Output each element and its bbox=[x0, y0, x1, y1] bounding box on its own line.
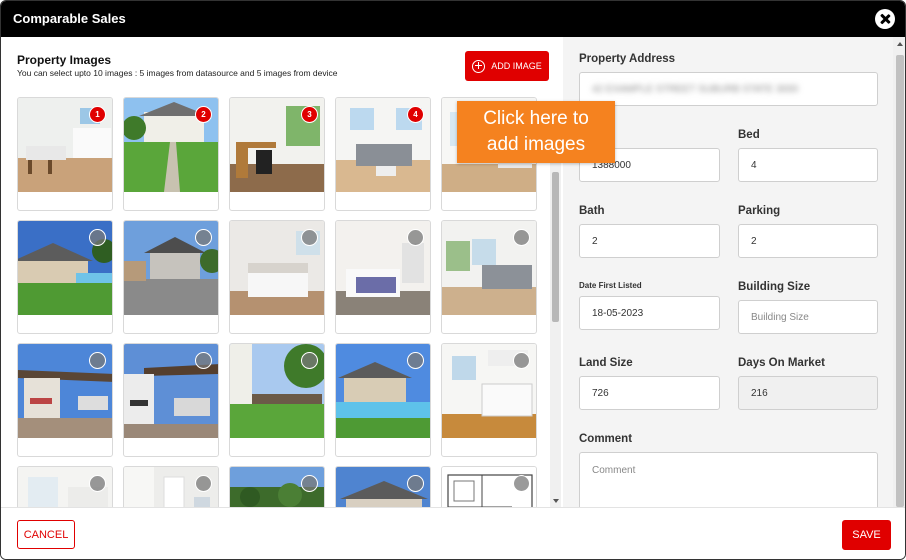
land-size-label: Land Size bbox=[579, 357, 633, 369]
comment-textarea[interactable]: Comment bbox=[579, 452, 878, 507]
images-subtitle: You can select upto 10 images : 5 images… bbox=[17, 68, 338, 78]
days-on-market-label: Days On Market bbox=[738, 357, 825, 369]
address-input[interactable]: 42 EXAMPLE STREET SUBURB STATE 3000 bbox=[579, 72, 878, 106]
cancel-button[interactable]: CANCEL bbox=[17, 520, 75, 549]
bath-value: 2 bbox=[592, 235, 598, 247]
selected-order-badge[interactable]: 1 bbox=[89, 106, 106, 123]
select-circle-icon[interactable] bbox=[89, 475, 106, 492]
image-card[interactable] bbox=[441, 220, 537, 334]
image-card[interactable] bbox=[123, 466, 219, 507]
close-icon[interactable] bbox=[875, 9, 895, 29]
images-scroll-thumb[interactable] bbox=[552, 172, 559, 322]
comparable-sales-modal: Comparable Sales Property Images You can… bbox=[0, 0, 906, 560]
image-card[interactable] bbox=[17, 220, 113, 334]
image-card[interactable]: 4 bbox=[335, 97, 431, 211]
building-size-label: Building Size bbox=[738, 281, 811, 293]
select-circle-icon[interactable] bbox=[301, 475, 318, 492]
days-on-market-value: 216 bbox=[751, 387, 768, 399]
images-scrollbar[interactable] bbox=[550, 137, 561, 507]
address-value: 42 EXAMPLE STREET SUBURB STATE 3000 bbox=[592, 83, 799, 95]
image-card[interactable] bbox=[335, 343, 431, 457]
date-listed-label: Date First Listed bbox=[579, 281, 642, 290]
date-listed-value: 18-05-2023 bbox=[592, 307, 644, 319]
days-on-market-input: 216 bbox=[738, 376, 878, 410]
modal-titlebar: Comparable Sales bbox=[1, 1, 905, 37]
select-circle-icon[interactable] bbox=[513, 352, 530, 369]
image-card[interactable] bbox=[441, 343, 537, 457]
select-circle-icon[interactable] bbox=[513, 229, 530, 246]
date-listed-input[interactable]: 18-05-2023 bbox=[579, 296, 720, 330]
save-button[interactable]: SAVE bbox=[842, 520, 891, 550]
add-image-label: ADD IMAGE bbox=[491, 61, 542, 71]
land-size-input[interactable]: 726 bbox=[579, 376, 720, 410]
select-circle-icon[interactable] bbox=[89, 352, 106, 369]
form-scroll-thumb[interactable] bbox=[896, 55, 904, 507]
parking-value: 2 bbox=[751, 235, 757, 247]
image-card[interactable] bbox=[123, 343, 219, 457]
image-card[interactable] bbox=[17, 343, 113, 457]
modal-title: Comparable Sales bbox=[13, 11, 126, 26]
plus-circle-icon bbox=[472, 59, 486, 73]
add-images-callout: Click here to add images bbox=[457, 101, 615, 163]
callout-line-2: add images bbox=[486, 134, 586, 155]
modal-footer: CANCEL SAVE bbox=[1, 507, 905, 559]
select-circle-icon[interactable] bbox=[301, 352, 318, 369]
form-scrollbar[interactable] bbox=[893, 37, 905, 507]
select-circle-icon[interactable] bbox=[195, 352, 212, 369]
bath-label: Bath bbox=[579, 205, 605, 217]
callout-line-1: Click here to bbox=[483, 108, 589, 129]
image-card[interactable] bbox=[123, 220, 219, 334]
image-card[interactable] bbox=[441, 466, 537, 507]
parking-input[interactable]: 2 bbox=[738, 224, 878, 258]
selected-order-badge[interactable]: 3 bbox=[301, 106, 318, 123]
bed-label: Bed bbox=[738, 129, 760, 141]
parking-label: Parking bbox=[738, 205, 781, 217]
select-circle-icon[interactable] bbox=[407, 352, 424, 369]
select-circle-icon[interactable] bbox=[407, 229, 424, 246]
bed-input[interactable]: 4 bbox=[738, 148, 878, 182]
building-size-placeholder: Building Size bbox=[751, 311, 809, 323]
image-card[interactable] bbox=[229, 343, 325, 457]
image-card[interactable] bbox=[17, 466, 113, 507]
selected-order-badge[interactable]: 4 bbox=[407, 106, 424, 123]
select-circle-icon[interactable] bbox=[89, 229, 106, 246]
address-label: Property Address bbox=[579, 53, 676, 65]
scroll-down-icon[interactable] bbox=[553, 499, 559, 503]
add-image-button[interactable]: ADD IMAGE bbox=[465, 51, 549, 81]
image-card[interactable] bbox=[229, 466, 325, 507]
select-circle-icon[interactable] bbox=[195, 229, 212, 246]
image-card[interactable] bbox=[229, 220, 325, 334]
building-size-input[interactable]: Building Size bbox=[738, 300, 878, 334]
image-card[interactable]: 1 bbox=[17, 97, 113, 211]
select-circle-icon[interactable] bbox=[195, 475, 212, 492]
image-card[interactable]: 2 bbox=[123, 97, 219, 211]
land-size-value: 726 bbox=[592, 387, 609, 399]
scroll-up-icon[interactable] bbox=[897, 42, 903, 46]
selected-order-badge[interactable]: 2 bbox=[195, 106, 212, 123]
image-card[interactable] bbox=[335, 466, 431, 507]
select-circle-icon[interactable] bbox=[513, 475, 530, 492]
images-title: Property Images bbox=[17, 53, 112, 67]
comment-placeholder: Comment bbox=[592, 465, 636, 476]
bed-value: 4 bbox=[751, 159, 757, 171]
bath-input[interactable]: 2 bbox=[579, 224, 720, 258]
image-card[interactable]: 3 bbox=[229, 97, 325, 211]
comment-label: Comment bbox=[579, 433, 633, 445]
image-card[interactable] bbox=[335, 220, 431, 334]
select-circle-icon[interactable] bbox=[301, 229, 318, 246]
select-circle-icon[interactable] bbox=[407, 475, 424, 492]
